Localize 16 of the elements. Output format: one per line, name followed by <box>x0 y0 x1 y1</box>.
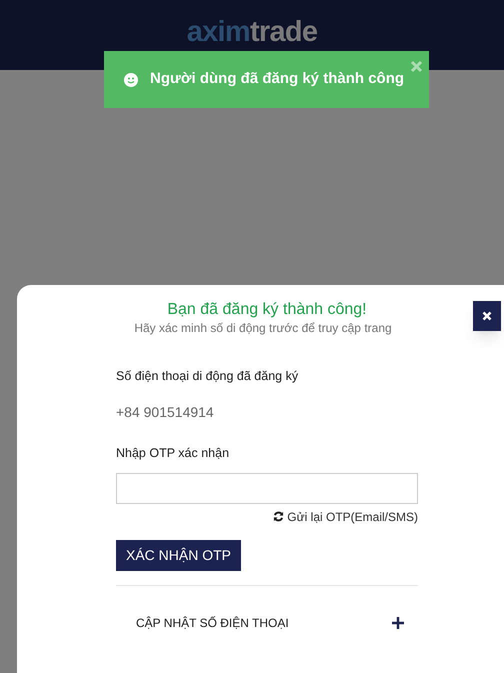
phone-value: +84 901514914 <box>116 402 215 422</box>
update-phone-toggle[interactable]: CẬP NHẬT SỐ ĐIỆN THOẠI <box>116 614 418 632</box>
phone-label: Số điện thoại di động đã đăng ký <box>116 368 300 385</box>
otp-field[interactable] <box>116 472 418 504</box>
refresh-icon <box>273 511 284 522</box>
confirm-otp-button[interactable]: XÁC NHẬN OTP <box>116 540 242 570</box>
modal-title: Bạn đã đăng ký thành công! <box>166 300 368 320</box>
close-icon <box>482 311 492 321</box>
close-icon[interactable] <box>410 60 423 73</box>
close-button[interactable] <box>473 301 501 331</box>
smiley-icon <box>124 72 138 86</box>
resend-otp-link[interactable]: Gửi lại OTP(Email/SMS) <box>273 508 418 526</box>
modal-subtitle: Hãy xác minh số di động trước để truy cập trang <box>133 320 393 336</box>
logo: aximtrade <box>186 18 318 48</box>
otp-label: Nhập OTP xác nhận <box>116 444 230 462</box>
toast-message: Người dùng đã đăng ký thành công <box>150 69 404 90</box>
